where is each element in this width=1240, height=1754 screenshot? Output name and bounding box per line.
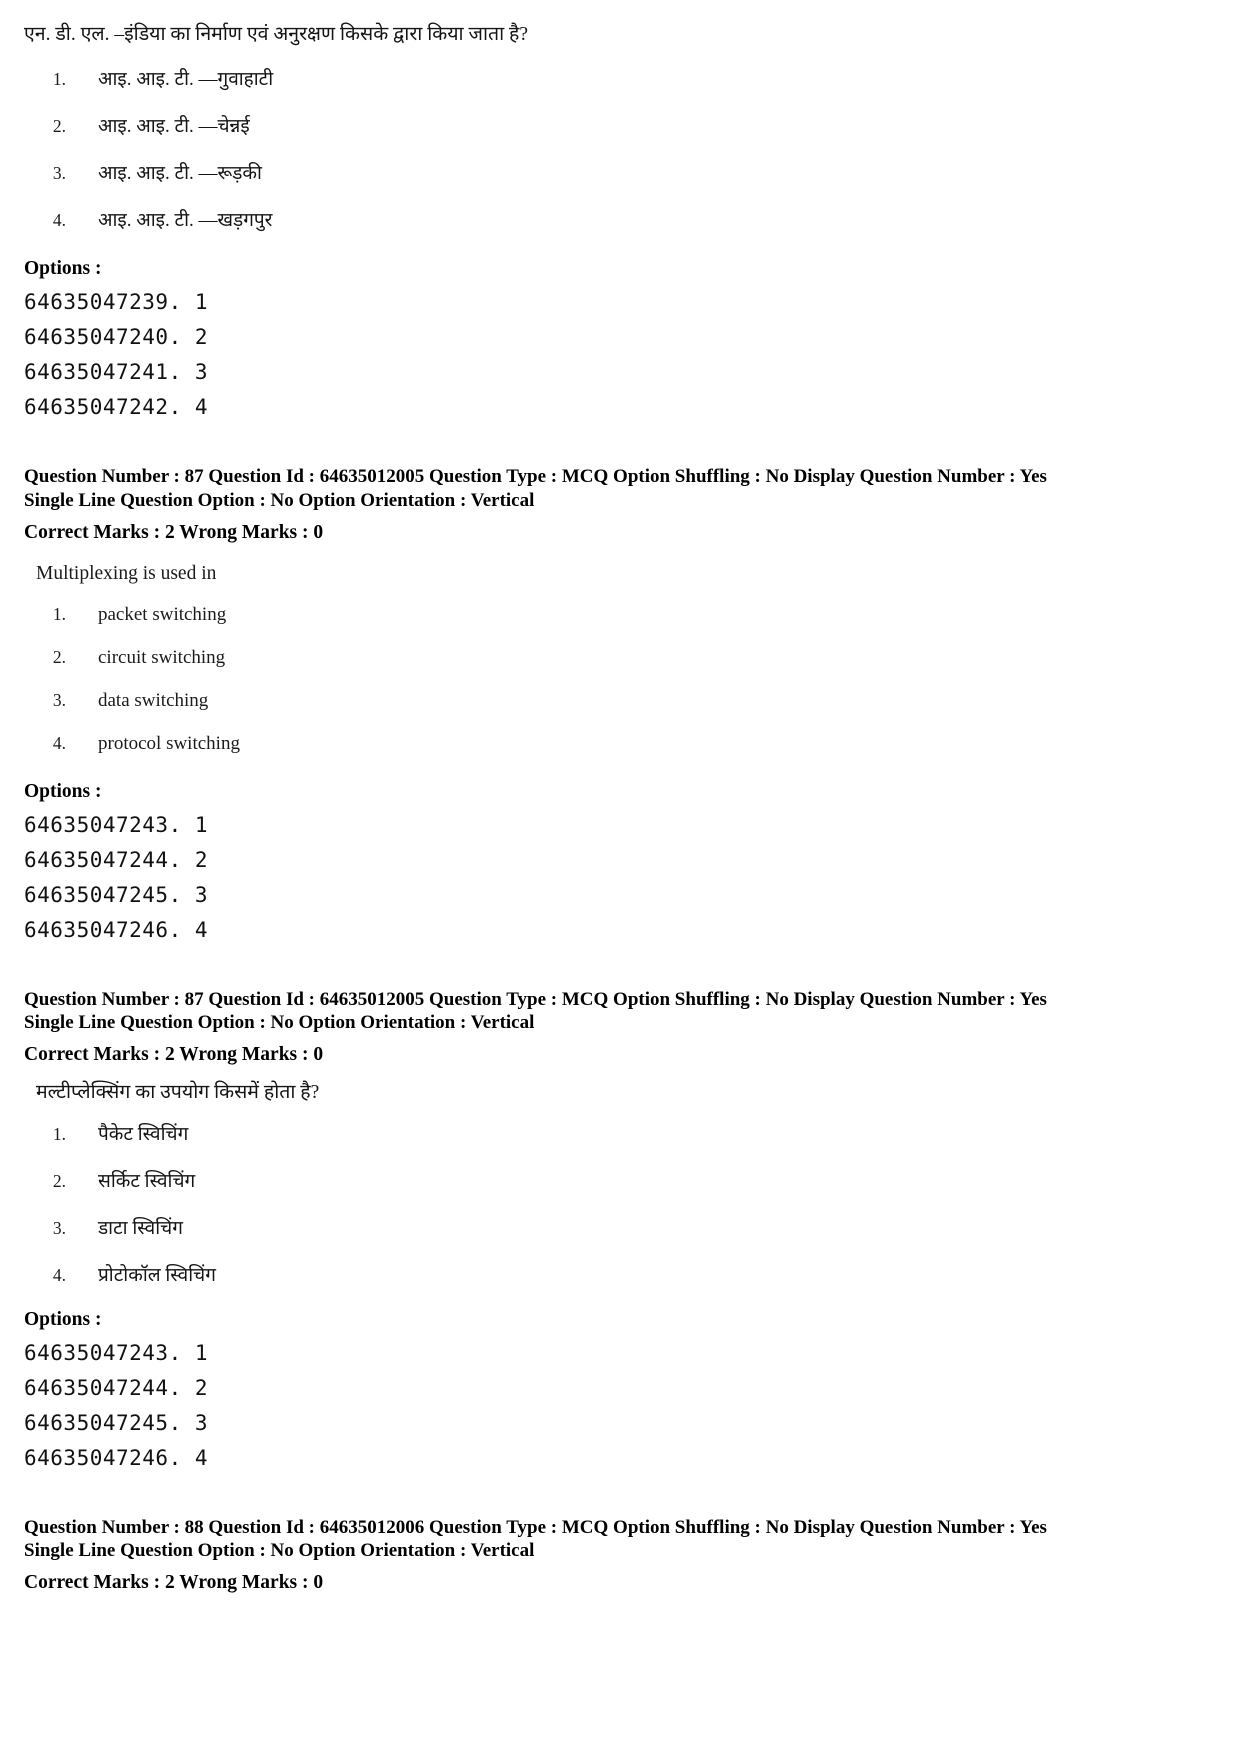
option-id-code: 64635047239. 1: [24, 290, 209, 315]
option-label: circuit switching: [98, 647, 226, 669]
question-block-ndl-hindi: एन. डी. एल. –इंडिया का निर्माण एवं अनुरक…: [24, 22, 1214, 419]
metadata-line-primary: Question Number : 88 Question Id : 64635…: [24, 1516, 1047, 1538]
options-heading: Options :: [24, 258, 102, 280]
question-block-multiplexing-english: Multiplexing is used in 1. packet switch…: [24, 562, 1214, 942]
option-number: 2.: [52, 116, 66, 137]
option-item[interactable]: 4. प्रोटोकॉल स्विचिंग: [24, 1261, 1214, 1287]
option-label: protocol switching: [98, 733, 240, 755]
option-id-code: 64635047246. 4: [24, 1445, 209, 1470]
option-label: डाटा स्विचिंग: [98, 1217, 183, 1239]
option-item[interactable]: 3. डाटा स्विचिंग: [24, 1214, 1214, 1240]
option-list: 1. आइ. आइ. टी. —गुवाहाटी 2. आइ. आइ. टी. …: [24, 65, 1214, 232]
option-number: 4.: [52, 733, 66, 754]
option-label: packet switching: [98, 604, 227, 626]
option-number: 3.: [52, 690, 66, 711]
option-item[interactable]: 2. सर्किट स्विचिंग: [24, 1167, 1214, 1193]
option-number: 1.: [52, 69, 66, 90]
option-number: 4.: [52, 210, 66, 231]
option-item[interactable]: 2. आइ. आइ. टी. —चेन्नई: [24, 112, 1214, 138]
option-label: data switching: [98, 690, 209, 712]
option-label: सर्किट स्विचिंग: [98, 1170, 196, 1192]
question-metadata-block: Question Number : 87 Question Id : 64635…: [24, 465, 1214, 543]
option-id-code: 64635047246. 4: [24, 918, 209, 943]
option-item[interactable]: 1. आइ. आइ. टी. —गुवाहाटी: [24, 65, 1214, 91]
question-stem: एन. डी. एल. –इंडिया का निर्माण एवं अनुरक…: [24, 24, 529, 45]
metadata-marks: Correct Marks : 2 Wrong Marks : 0: [24, 521, 324, 543]
option-list: 1. packet switching 2. circuit switching…: [24, 604, 1214, 755]
metadata-marks: Correct Marks : 2 Wrong Marks : 0: [24, 1572, 324, 1594]
options-heading: Options :: [24, 781, 102, 803]
option-number: 3.: [52, 163, 66, 184]
metadata-line-secondary: Single Line Question Option : No Option …: [24, 1539, 535, 1561]
option-item[interactable]: 1. पैकेट स्विचिंग: [24, 1120, 1214, 1146]
option-item[interactable]: 4. protocol switching: [24, 733, 1214, 755]
option-label: आइ. आइ. टी. —खड़गपुर: [98, 210, 273, 232]
option-number: 2.: [52, 1170, 66, 1191]
option-label: आइ. आइ. टी. —रूड़की: [98, 163, 262, 185]
metadata-line-primary: Question Number : 87 Question Id : 64635…: [24, 989, 1047, 1011]
metadata-line-secondary: Single Line Question Option : No Option …: [24, 1012, 535, 1034]
option-number: 1.: [52, 604, 66, 625]
option-id-code: 64635047241. 3: [24, 360, 209, 385]
option-id-code: 64635047242. 4: [24, 395, 209, 420]
metadata-line-primary: Question Number : 87 Question Id : 64635…: [24, 466, 1047, 488]
option-list: 1. पैकेट स्विचिंग 2. सर्किट स्विचिंग 3. …: [24, 1120, 1214, 1287]
page-content: एन. डी. एल. –इंडिया का निर्माण एवं अनुरक…: [24, 22, 1214, 1594]
option-item[interactable]: 3. आइ. आइ. टी. —रूड़की: [24, 159, 1214, 185]
option-id-code: 64635047245. 3: [24, 1410, 209, 1435]
question-metadata-block: Question Number : 87 Question Id : 64635…: [24, 988, 1214, 1066]
metadata-line-secondary: Single Line Question Option : No Option …: [24, 489, 535, 511]
question-stem: Multiplexing is used in: [36, 562, 217, 584]
option-id-code: 64635047245. 3: [24, 883, 209, 908]
question-metadata-block: Question Number : 88 Question Id : 64635…: [24, 1516, 1214, 1594]
metadata-marks: Correct Marks : 2 Wrong Marks : 0: [24, 1044, 324, 1066]
option-label: प्रोटोकॉल स्विचिंग: [98, 1264, 216, 1286]
option-label: पैकेट स्विचिंग: [98, 1123, 189, 1145]
option-label: आइ. आइ. टी. —चेन्नई: [98, 116, 250, 138]
option-id-code: 64635047243. 1: [24, 1340, 209, 1365]
question-block-multiplexing-hindi: मल्टीप्लेक्सिंग का उपयोग किसमें होता है?…: [24, 1080, 1214, 1469]
option-item[interactable]: 3. data switching: [24, 690, 1214, 712]
option-id-code: 64635047243. 1: [24, 813, 209, 838]
document-page: एन. डी. एल. –इंडिया का निर्माण एवं अनुरक…: [0, 0, 1240, 1754]
option-label: आइ. आइ. टी. —गुवाहाटी: [98, 69, 274, 91]
option-item[interactable]: 2. circuit switching: [24, 647, 1214, 669]
option-number: 2.: [52, 647, 66, 668]
options-heading: Options :: [24, 1308, 102, 1330]
question-stem: मल्टीप्लेक्सिंग का उपयोग किसमें होता है?: [36, 1082, 320, 1104]
option-id-code: 64635047244. 2: [24, 848, 209, 873]
option-id-code: 64635047244. 2: [24, 1375, 209, 1400]
option-item[interactable]: 1. packet switching: [24, 604, 1214, 626]
option-number: 4.: [52, 1264, 66, 1285]
option-number: 1.: [52, 1123, 66, 1144]
option-number: 3.: [52, 1217, 66, 1238]
option-item[interactable]: 4. आइ. आइ. टी. —खड़गपुर: [24, 206, 1214, 232]
option-id-code: 64635047240. 2: [24, 325, 209, 350]
